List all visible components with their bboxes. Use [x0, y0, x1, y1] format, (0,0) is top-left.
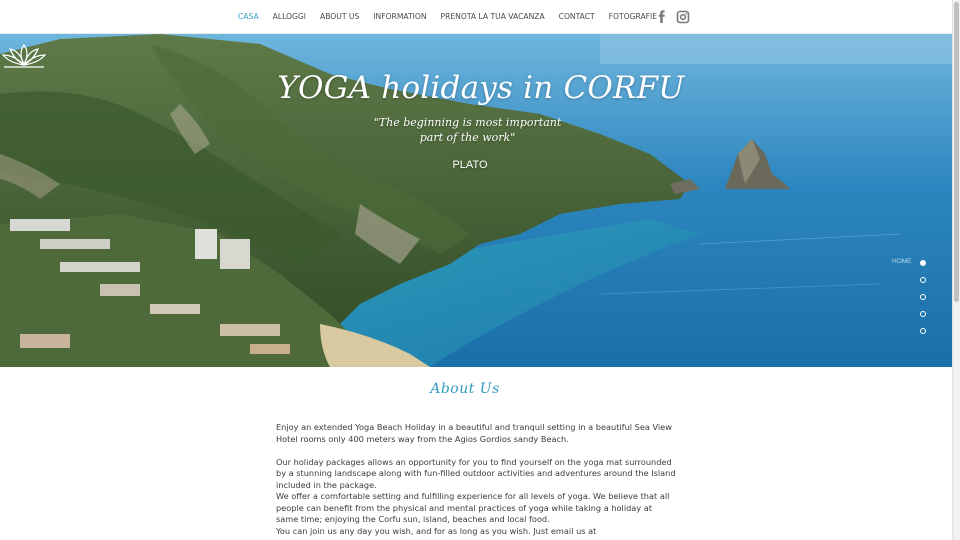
hero-quote: "The beginning is most important part of…	[330, 115, 605, 145]
about-us-body: Enjoy an extended Yoga Beach Holiday in …	[276, 422, 676, 537]
nav-item-prenota[interactable]: PRENOTA LA TUA VACANZA	[434, 0, 552, 34]
section-dot-4[interactable]	[920, 311, 926, 317]
social-links	[655, 10, 690, 24]
facebook-icon[interactable]	[655, 10, 669, 24]
instagram-icon[interactable]	[676, 10, 690, 24]
nav-item-about-us[interactable]: ABOUT US	[313, 0, 366, 34]
scrollbar-thumb[interactable]	[954, 2, 959, 302]
section-label-home: HOME	[892, 258, 912, 265]
vertical-scrollbar[interactable]	[952, 0, 960, 540]
section-dot-3[interactable]	[920, 294, 926, 300]
hero-banner: YOGA holidays in CORFU "The beginning is…	[0, 34, 952, 367]
nav-item-contact[interactable]: CONTACT	[552, 0, 602, 34]
top-navigation-bar: CASA ALLOGGI ABOUT US INFORMATION PRENOT…	[0, 0, 952, 34]
quote-line-1: "The beginning is most important	[373, 116, 562, 129]
section-dot-5[interactable]	[920, 328, 926, 334]
nav-item-casa[interactable]: CASA	[231, 0, 266, 34]
nav-item-information[interactable]: INFORMATION	[366, 0, 433, 34]
about-paragraph-2: Our holiday packages allows an opportuni…	[276, 456, 676, 490]
section-dot-2[interactable]	[920, 277, 926, 283]
hero-title: YOGA holidays in CORFU	[277, 70, 685, 106]
about-paragraph-3: We offer a comfortable setting and fulfi…	[276, 491, 670, 524]
quote-author: PLATO	[452, 159, 488, 171]
nav-item-alloggi[interactable]: ALLOGGI	[266, 0, 313, 34]
lotus-icon	[1, 43, 47, 68]
section-dot-1[interactable]	[920, 260, 926, 266]
about-paragraph-4: You can join us any day you wish, and fo…	[276, 525, 597, 536]
about-us-heading: About Us	[430, 381, 500, 397]
quote-line-2: part of the work"	[419, 131, 516, 144]
about-paragraph-1: Enjoy an extended Yoga Beach Holiday in …	[276, 422, 672, 444]
main-menu: CASA ALLOGGI ABOUT US INFORMATION PRENOT…	[231, 0, 664, 34]
